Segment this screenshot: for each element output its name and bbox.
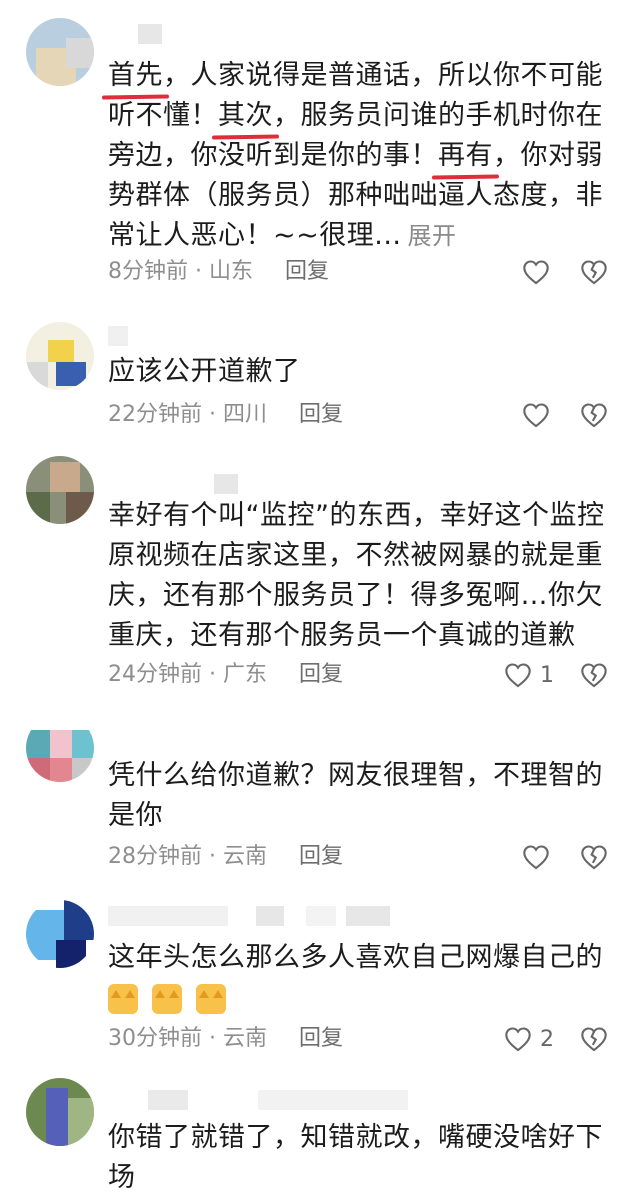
comment-text: 幸好有个叫“监控”的东西，幸好这个监控原视频在店家这里，不然被网暴的就是重庆，还… (108, 500, 605, 651)
dislike-button[interactable] (580, 842, 608, 872)
location: 山东 (208, 259, 253, 284)
location: 广东 (222, 662, 267, 687)
reply-button[interactable]: 回复 (299, 1026, 343, 1051)
dislike-button[interactable] (580, 660, 608, 690)
comment-text: 你错了就错了，知错就改，嘴硬没啥好下场 (108, 1122, 603, 1193)
like-button[interactable] (522, 842, 550, 872)
reply-button[interactable]: 回复 (299, 844, 343, 869)
comment-text: 这年头怎么那么多人喜欢自己网爆自己的 (108, 938, 618, 1018)
comment-meta: 30分钟前 · 云南 回复 (108, 1026, 344, 1051)
timestamp: 28分钟前 (108, 844, 202, 869)
location: 云南 (222, 844, 267, 869)
timestamp: 30分钟前 (108, 1026, 202, 1051)
comment-meta: 24分钟前 · 广东 回复 (108, 662, 344, 687)
like-button[interactable]: 2 (504, 1024, 554, 1054)
heart-outline-icon (522, 402, 550, 428)
like-count: 2 (540, 1026, 554, 1052)
comment-meta: 28分钟前 · 云南 回复 (108, 844, 344, 869)
avatar[interactable] (26, 456, 94, 524)
reply-button[interactable]: 回复 (285, 259, 329, 284)
broken-heart-icon (580, 402, 608, 428)
comment-text: 应该公开道歉了 (108, 356, 301, 387)
like-button[interactable]: 1 (504, 660, 554, 690)
comment-text: 首先，人家说得是普通话，所以你不可能听不懂！其次，服务员问谁的手机时你在旁边，你… (108, 56, 618, 256)
cat-face-emoji (152, 983, 182, 1014)
like-button[interactable] (522, 400, 550, 430)
reply-button[interactable]: 回复 (299, 402, 343, 427)
underlined-phrase: 再有 (438, 136, 493, 176)
comment-meta: 8分钟前 · 山东 回复 (108, 259, 330, 284)
reply-button[interactable]: 回复 (299, 662, 343, 687)
underlined-phrase: 其次 (218, 96, 273, 136)
avatar[interactable] (26, 900, 94, 968)
broken-heart-icon (580, 662, 608, 688)
heart-outline-icon (522, 844, 550, 870)
underlined-phrase: 首先 (108, 56, 163, 96)
avatar[interactable] (26, 714, 94, 782)
dislike-button[interactable] (580, 1024, 608, 1054)
dislike-button[interactable] (580, 400, 608, 430)
avatar[interactable] (26, 18, 94, 86)
heart-outline-icon (504, 1026, 532, 1052)
comment-text: 凭什么给你道歉？网友很理智，不理智的是你 (108, 760, 603, 831)
broken-heart-icon (580, 259, 608, 285)
timestamp: 8分钟前 (108, 259, 188, 284)
timestamp: 22分钟前 (108, 402, 202, 427)
location: 云南 (222, 1026, 267, 1051)
broken-heart-icon (580, 844, 608, 870)
location: 四川 (222, 402, 267, 427)
avatar[interactable] (26, 322, 94, 390)
heart-outline-icon (504, 662, 532, 688)
heart-outline-icon (522, 259, 550, 285)
comment-meta: 22分钟前 · 四川 回复 (108, 402, 344, 427)
broken-heart-icon (580, 1026, 608, 1052)
expand-link[interactable]: 展开 (408, 222, 457, 250)
like-count: 1 (540, 662, 554, 688)
avatar[interactable] (26, 1078, 94, 1146)
timestamp: 24分钟前 (108, 662, 202, 687)
like-button[interactable] (522, 257, 550, 287)
dislike-button[interactable] (580, 257, 608, 287)
cat-face-emoji (196, 983, 226, 1014)
cat-face-emoji (108, 983, 138, 1014)
